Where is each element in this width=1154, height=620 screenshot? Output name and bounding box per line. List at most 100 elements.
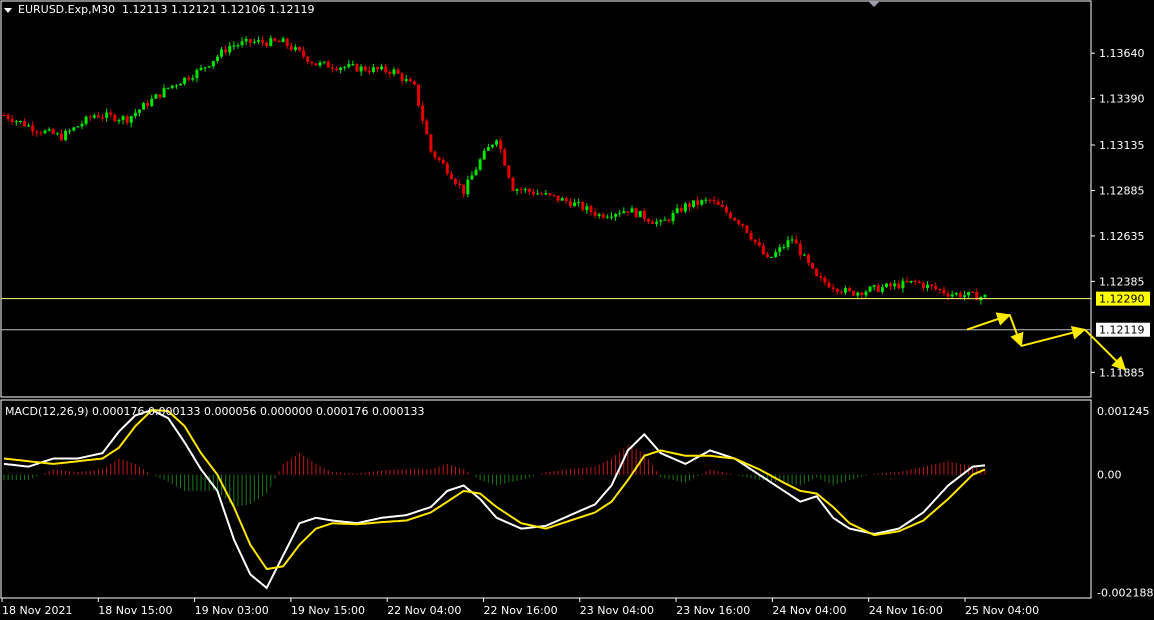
x-tick-label: 24 Nov 16:00	[869, 604, 943, 617]
candle-body	[687, 203, 691, 208]
candle-body	[835, 288, 839, 292]
candle-body	[737, 220, 741, 224]
candle-body	[343, 66, 347, 68]
x-tick-label: 19 Nov 03:00	[195, 604, 269, 617]
candle-body	[142, 103, 146, 110]
trading-chart[interactable]: 1.12290 1.12119 1.13640 1.13390 1.13135 1.12…	[0, 0, 1154, 620]
candle-body	[478, 159, 482, 170]
candle-body	[43, 130, 47, 134]
candle-body	[798, 243, 802, 256]
candle-body	[174, 85, 178, 87]
candle-body	[449, 173, 453, 180]
candle-body	[618, 213, 622, 215]
candle-body	[482, 150, 486, 160]
candle-body	[954, 293, 958, 295]
candle-body	[404, 79, 408, 81]
candle-body	[700, 200, 704, 205]
candle-body	[757, 242, 761, 246]
candle-body	[195, 69, 199, 79]
candle-body	[819, 276, 823, 278]
y-tick-label: 1.13135	[1099, 139, 1145, 152]
candle-body	[10, 118, 14, 123]
candle-body	[860, 292, 864, 296]
y-tick-label: 1.12385	[1099, 275, 1145, 288]
candle-body	[511, 177, 515, 191]
candle-body	[848, 288, 852, 292]
candle-body	[679, 208, 683, 212]
candle-body	[802, 254, 806, 256]
candle-body	[441, 159, 445, 164]
candle-body	[269, 38, 273, 46]
candle-body	[495, 140, 499, 145]
symbol-header: EURUSD.Exp,M30	[18, 3, 115, 16]
candle-body	[601, 214, 605, 218]
candle-body	[376, 67, 380, 70]
candle-body	[220, 49, 224, 57]
candle-body	[170, 85, 174, 88]
candle-body	[433, 151, 437, 158]
candle-body	[646, 219, 650, 222]
candle-body	[930, 284, 934, 287]
candle-body	[458, 183, 462, 185]
candle-body	[696, 200, 700, 205]
candle-body	[942, 289, 946, 294]
candle-body	[597, 214, 601, 216]
candle-body	[285, 38, 289, 46]
candle-body	[589, 206, 593, 213]
candle-body	[101, 117, 105, 119]
candle-body	[642, 210, 646, 220]
y-tick-label: 1.13640	[1099, 47, 1145, 60]
candle-body	[248, 38, 252, 43]
candle-body	[683, 203, 687, 212]
candle-body	[704, 199, 708, 201]
candle-body	[486, 147, 490, 151]
candle-body	[113, 114, 117, 122]
candle-body	[265, 42, 269, 46]
candle-body	[454, 179, 458, 184]
candle-body	[14, 121, 18, 123]
candle-body	[158, 94, 162, 98]
candle-body	[983, 294, 987, 298]
candle-body	[827, 282, 831, 288]
candle-body	[31, 125, 35, 132]
candle-body	[917, 281, 921, 284]
candle-body	[322, 61, 326, 63]
candle-body	[839, 291, 843, 293]
candle-body	[958, 293, 962, 298]
x-tick-label: 23 Nov 04:00	[580, 604, 654, 617]
candle-body	[273, 38, 277, 41]
candle-body	[921, 283, 925, 288]
candle-body	[909, 280, 913, 283]
candle-body	[351, 64, 355, 66]
candle-body	[392, 69, 396, 75]
candle-body	[630, 208, 634, 213]
candle-body	[363, 66, 367, 71]
candle-body	[655, 221, 659, 224]
candle-body	[868, 286, 872, 292]
candle-body	[531, 191, 535, 195]
candle-body	[2, 115, 6, 116]
candle-body	[314, 63, 318, 66]
candle-body	[462, 184, 466, 195]
candle-body	[499, 140, 503, 150]
candle-body	[856, 292, 860, 296]
macd-y-tick-label: -0.002188	[1097, 587, 1153, 600]
candle-body	[35, 131, 39, 133]
candle-body	[302, 50, 306, 57]
candle-body	[117, 120, 121, 122]
candle-body	[388, 71, 392, 75]
candle-body	[371, 67, 375, 72]
candle-body	[281, 38, 285, 43]
candle-body	[236, 45, 240, 47]
candle-body	[277, 40, 281, 43]
x-tick-label: 18 Nov 2021	[2, 604, 72, 617]
candle-body	[76, 126, 80, 128]
candle-body	[347, 64, 351, 67]
candle-body	[872, 285, 876, 287]
candle-body	[790, 239, 794, 241]
candle-body	[211, 61, 215, 67]
candle-body	[334, 68, 338, 70]
candle-body	[626, 211, 630, 213]
candle-body	[445, 163, 449, 174]
y-tick-label: 1.12885	[1099, 184, 1145, 197]
